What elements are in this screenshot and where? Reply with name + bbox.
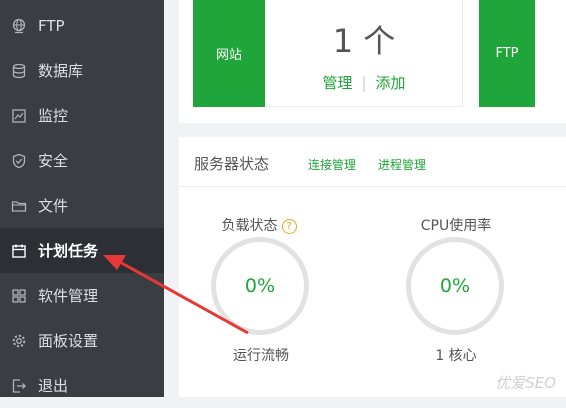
annotation-arrow-icon bbox=[103, 255, 249, 335]
